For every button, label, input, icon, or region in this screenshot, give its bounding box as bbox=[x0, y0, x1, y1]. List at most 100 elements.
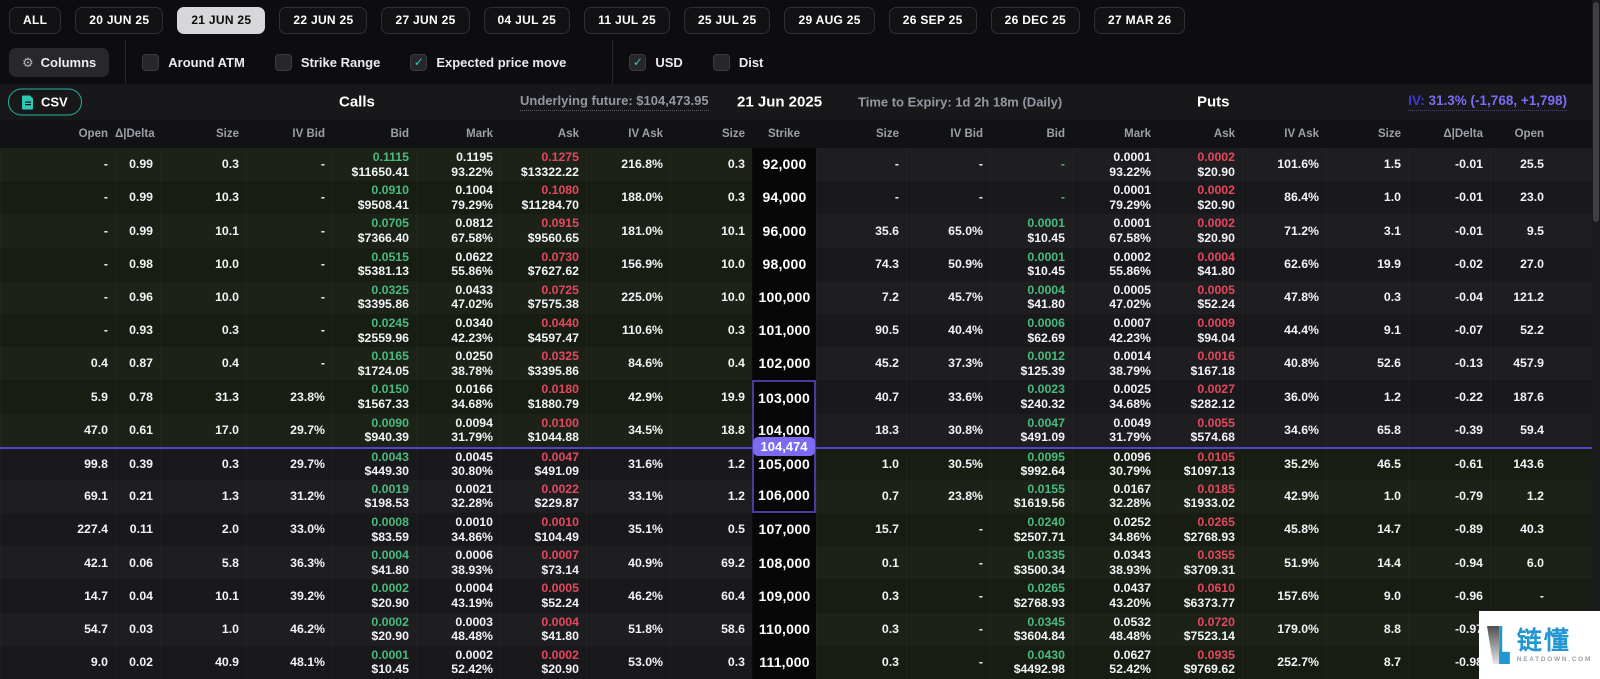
column-header-strike[interactable]: Strike bbox=[752, 128, 816, 140]
put-bid-cell[interactable]: 0.0004$41.80 bbox=[990, 281, 1072, 314]
implied-volatility-summary[interactable]: IV: 31.3% (-1,768, +1,798) bbox=[1408, 93, 1567, 111]
call-ask-cell[interactable]: 0.0004$41.80 bbox=[500, 613, 586, 646]
tab-26-sep-25[interactable]: 26 SEP 25 bbox=[889, 7, 977, 34]
put-ask-cell[interactable]: 0.0002$20.90 bbox=[1158, 214, 1242, 247]
put-ask-cell[interactable]: 0.0185$1933.02 bbox=[1158, 480, 1242, 513]
column-header-open[interactable]: Open bbox=[1490, 128, 1600, 140]
put-bid-cell[interactable]: 0.0335$3500.34 bbox=[990, 546, 1072, 579]
put-ask-cell[interactable]: 0.0016$167.18 bbox=[1158, 347, 1242, 380]
checkbox-dist[interactable]: ✓Dist bbox=[713, 54, 764, 71]
put-bid-cell[interactable]: 0.0430$4492.98 bbox=[990, 646, 1072, 679]
put-ask-cell[interactable]: 0.0009$94.04 bbox=[1158, 314, 1242, 347]
put-mark-cell[interactable]: 0.000742.23% bbox=[1072, 314, 1158, 347]
put-ask-cell[interactable]: 0.0005$52.24 bbox=[1158, 281, 1242, 314]
put-ask-cell[interactable]: 0.0935$9769.62 bbox=[1158, 646, 1242, 679]
tab-all[interactable]: ALL bbox=[9, 7, 61, 34]
call-ask-cell[interactable]: 0.0047$491.09 bbox=[500, 449, 586, 480]
call-mark-cell[interactable]: 0.000443.19% bbox=[416, 579, 500, 612]
call-ask-cell[interactable]: 0.0100$1044.88 bbox=[500, 414, 586, 447]
call-ask-cell[interactable]: 0.0005$52.24 bbox=[500, 579, 586, 612]
put-mark-cell[interactable]: 0.000179.29% bbox=[1072, 181, 1158, 214]
put-bid-cell[interactable]: 0.0240$2507.71 bbox=[990, 513, 1072, 546]
column-header-bid[interactable]: Bid bbox=[332, 128, 416, 140]
put-ask-cell[interactable]: 0.0027$282.12 bbox=[1158, 380, 1242, 413]
call-bid-cell[interactable]: 0.0008$83.59 bbox=[332, 513, 416, 546]
column-header-delta[interactable]: Δ|Delta bbox=[1408, 128, 1490, 140]
call-mark-cell[interactable]: 0.062255.86% bbox=[416, 248, 500, 281]
columns-button[interactable]: ⚙ Columns bbox=[9, 48, 109, 77]
put-bid-cell[interactable]: 0.0047$491.09 bbox=[990, 414, 1072, 447]
scrollbar-track[interactable] bbox=[1592, 0, 1600, 679]
column-header-bid[interactable]: Bid bbox=[990, 128, 1072, 140]
call-bid-cell[interactable]: 0.1115$11650.41 bbox=[332, 148, 416, 181]
call-bid-cell[interactable]: 0.0150$1567.33 bbox=[332, 380, 416, 413]
put-ask-cell[interactable]: 0.0105$1097.13 bbox=[1158, 449, 1242, 480]
put-bid-cell[interactable]: 0.0155$1619.56 bbox=[990, 480, 1072, 513]
call-bid-cell[interactable]: 0.0705$7366.40 bbox=[332, 214, 416, 247]
put-bid-cell[interactable]: - bbox=[990, 148, 1072, 181]
tab-26-dec-25[interactable]: 26 DEC 25 bbox=[991, 7, 1080, 34]
put-bid-cell[interactable]: 0.0345$3604.84 bbox=[990, 613, 1072, 646]
checkbox-usd[interactable]: ✓USD bbox=[629, 54, 682, 71]
call-mark-cell[interactable]: 0.000348.48% bbox=[416, 613, 500, 646]
checkbox-strike-range[interactable]: ✓Strike Range bbox=[275, 54, 380, 71]
call-ask-cell[interactable]: 0.0325$3395.86 bbox=[500, 347, 586, 380]
call-ask-cell[interactable]: 0.0180$1880.79 bbox=[500, 380, 586, 413]
column-header-delta[interactable]: Δ|Delta bbox=[115, 128, 160, 140]
call-bid-cell[interactable]: 0.0090$940.39 bbox=[332, 414, 416, 447]
put-ask-cell[interactable]: 0.0004$41.80 bbox=[1158, 248, 1242, 281]
put-mark-cell[interactable]: 0.062752.42% bbox=[1072, 646, 1158, 679]
put-bid-cell[interactable]: 0.0012$125.39 bbox=[990, 347, 1072, 380]
put-ask-cell[interactable]: 0.0265$2768.93 bbox=[1158, 513, 1242, 546]
column-header-iv-ask[interactable]: IV Ask bbox=[1242, 128, 1326, 140]
put-bid-cell[interactable]: 0.0001$10.45 bbox=[990, 214, 1072, 247]
put-ask-cell[interactable]: 0.0610$6373.77 bbox=[1158, 579, 1242, 612]
checkbox-expected-price-move[interactable]: ✓Expected price move bbox=[410, 54, 566, 71]
tab-25-jul-25[interactable]: 25 JUL 25 bbox=[684, 7, 771, 34]
put-ask-cell[interactable]: 0.0002$20.90 bbox=[1158, 148, 1242, 181]
put-bid-cell[interactable]: 0.0006$62.69 bbox=[990, 314, 1072, 347]
call-mark-cell[interactable]: 0.081267.58% bbox=[416, 214, 500, 247]
call-ask-cell[interactable]: 0.1275$13322.22 bbox=[500, 148, 586, 181]
column-header-ask[interactable]: Ask bbox=[1158, 128, 1242, 140]
checkbox-around-atm[interactable]: ✓Around ATM bbox=[142, 54, 245, 71]
csv-export-button[interactable]: CSV bbox=[8, 89, 82, 116]
tab-29-aug-25[interactable]: 29 AUG 25 bbox=[784, 7, 874, 34]
call-ask-cell[interactable]: 0.1080$11284.70 bbox=[500, 181, 586, 214]
call-mark-cell[interactable]: 0.043347.02% bbox=[416, 281, 500, 314]
call-bid-cell[interactable]: 0.0001$10.45 bbox=[332, 646, 416, 679]
put-mark-cell[interactable]: 0.025234.86% bbox=[1072, 513, 1158, 546]
call-ask-cell[interactable]: 0.0725$7575.38 bbox=[500, 281, 586, 314]
call-ask-cell[interactable]: 0.0440$4597.47 bbox=[500, 314, 586, 347]
tab-20-jun-25[interactable]: 20 JUN 25 bbox=[75, 7, 163, 34]
put-ask-cell[interactable]: 0.0720$7523.14 bbox=[1158, 613, 1242, 646]
call-mark-cell[interactable]: 0.000252.42% bbox=[416, 646, 500, 679]
call-mark-cell[interactable]: 0.025038.78% bbox=[416, 347, 500, 380]
column-header-size[interactable]: Size bbox=[816, 128, 906, 140]
column-header-size[interactable]: Size bbox=[160, 128, 246, 140]
put-ask-cell[interactable]: 0.0002$20.90 bbox=[1158, 181, 1242, 214]
call-mark-cell[interactable]: 0.016634.68% bbox=[416, 380, 500, 413]
call-mark-cell[interactable]: 0.002132.28% bbox=[416, 480, 500, 513]
put-bid-cell[interactable]: - bbox=[990, 181, 1072, 214]
tab-22-jun-25[interactable]: 22 JUN 25 bbox=[279, 7, 367, 34]
put-bid-cell[interactable]: 0.0095$992.64 bbox=[990, 449, 1072, 480]
column-header-size[interactable]: Size bbox=[670, 128, 752, 140]
call-mark-cell[interactable]: 0.004530.80% bbox=[416, 449, 500, 480]
put-ask-cell[interactable]: 0.0355$3709.31 bbox=[1158, 546, 1242, 579]
call-bid-cell[interactable]: 0.0910$9508.41 bbox=[332, 181, 416, 214]
put-mark-cell[interactable]: 0.000193.22% bbox=[1072, 148, 1158, 181]
call-mark-cell[interactable]: 0.009431.79% bbox=[416, 414, 500, 447]
put-mark-cell[interactable]: 0.004931.79% bbox=[1072, 414, 1158, 447]
call-ask-cell[interactable]: 0.0002$20.90 bbox=[500, 646, 586, 679]
call-bid-cell[interactable]: 0.0002$20.90 bbox=[332, 579, 416, 612]
call-bid-cell[interactable]: 0.0245$2559.96 bbox=[332, 314, 416, 347]
put-mark-cell[interactable]: 0.043743.20% bbox=[1072, 579, 1158, 612]
call-ask-cell[interactable]: 0.0022$229.87 bbox=[500, 480, 586, 513]
put-mark-cell[interactable]: 0.034338.93% bbox=[1072, 546, 1158, 579]
tab-21-jun-25[interactable]: 21 JUN 25 bbox=[177, 7, 265, 34]
call-mark-cell[interactable]: 0.119593.22% bbox=[416, 148, 500, 181]
call-bid-cell[interactable]: 0.0325$3395.86 bbox=[332, 281, 416, 314]
column-header-ask[interactable]: Ask bbox=[500, 128, 586, 140]
call-mark-cell[interactable]: 0.000638.93% bbox=[416, 546, 500, 579]
